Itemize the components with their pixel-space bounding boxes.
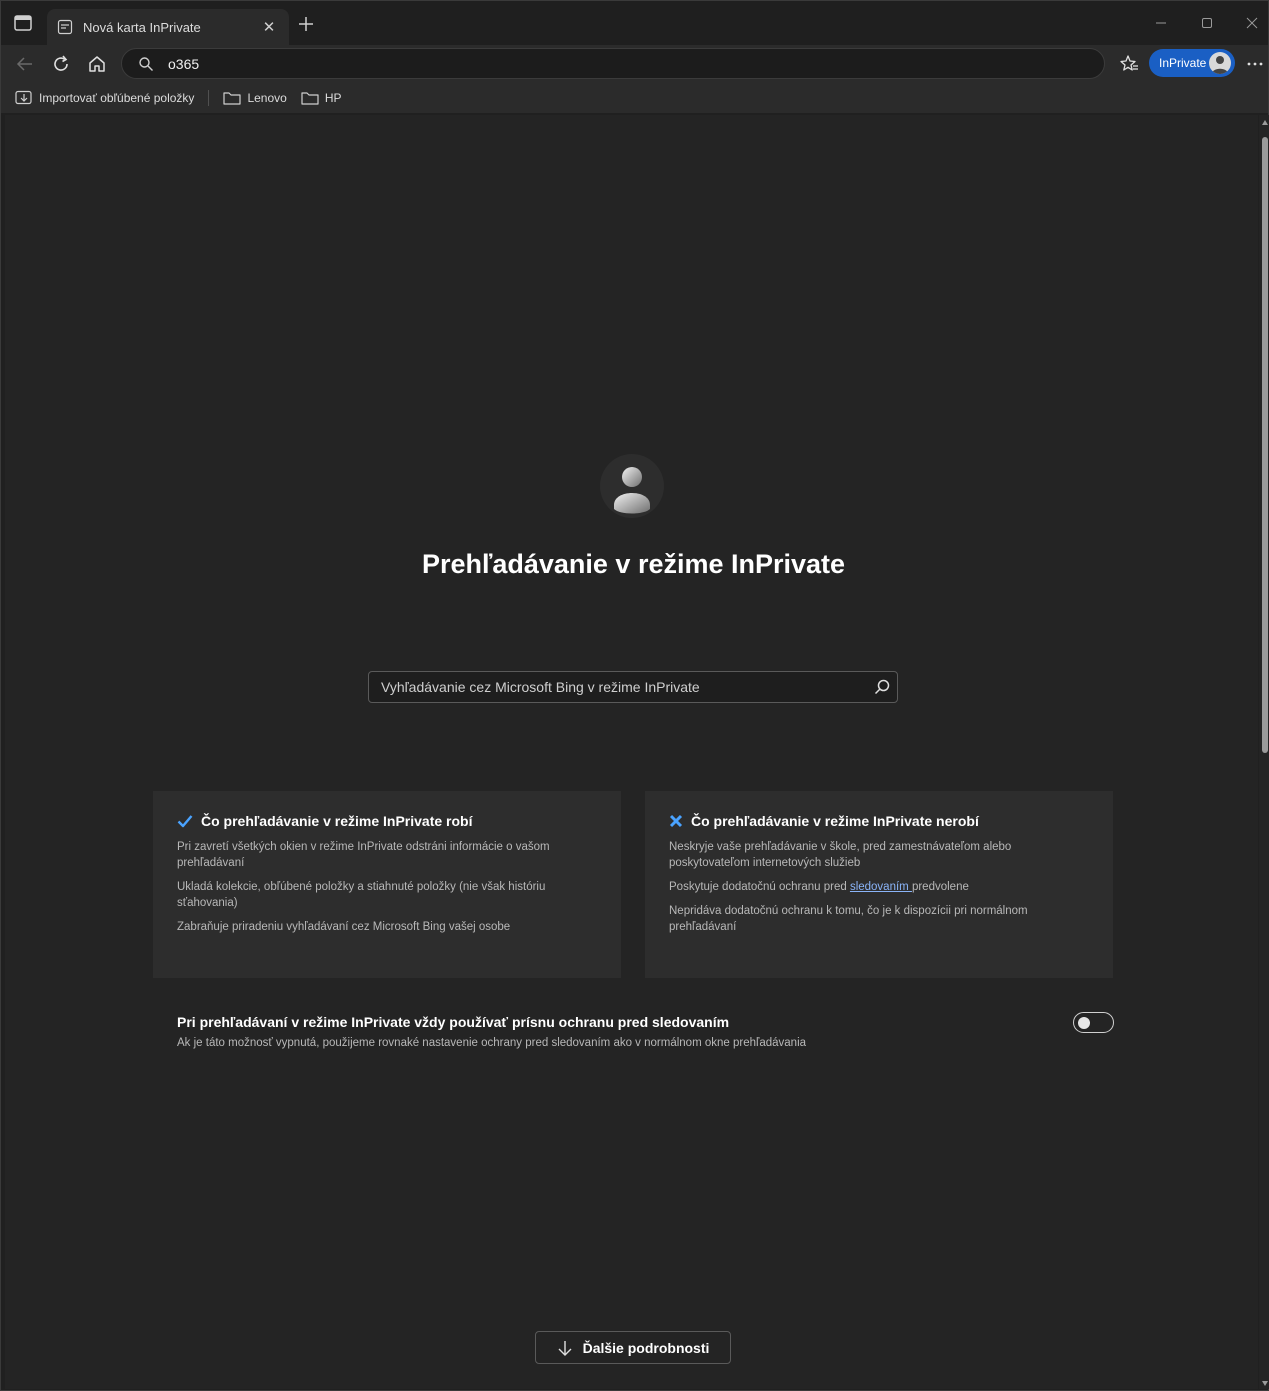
toggle-knob [1078,1016,1090,1029]
favorites-star-icon[interactable] [1119,54,1139,74]
search-icon [874,679,890,695]
minimize-icon[interactable] [1151,13,1171,33]
favorites-bar: Importovať obľúbené položky Lenovo HP [1,83,1268,113]
list-item: Poskytuje dodatočnú ochranu pred sledova… [669,879,1089,895]
title-bar: Nová karta InPrivate ✕ [1,1,1268,45]
tab-inprivate[interactable]: Nová karta InPrivate ✕ [47,9,289,45]
avatar [1209,52,1231,74]
page-title: Prehľadávanie v režime InPrivate [421,549,846,579]
back-arrow-icon[interactable] [15,54,35,74]
favorites-separator [208,90,210,106]
fav-folder-label: HP [324,91,342,105]
import-favorites-icon [15,90,32,105]
browser-window: Nová karta InPrivate ✕ o365 InPrivate Im… [0,0,1269,1391]
strict-tracking-setting-description: Ak je táto možnosť vypnutá, použijeme ro… [177,1037,807,1049]
fav-folder-label: Lenovo [247,91,287,105]
inprivate-does-not-card: Čo prehľadávanie v režime InPrivate nero… [645,791,1113,978]
list-item-text: predvolene [911,881,969,893]
fav-import-label: Importovať obľúbené položky [39,91,195,105]
page-content [5,115,1258,1389]
more-details-label: Ďalšie podrobnosti [582,1339,710,1356]
home-icon[interactable] [87,54,107,74]
fav-folder-lenovo[interactable]: Lenovo [223,91,287,105]
refresh-icon[interactable] [51,54,71,74]
search-button[interactable] [867,672,897,702]
scroll-down-icon[interactable] [1261,1379,1269,1387]
card-heading-text: Čo prehľadávanie v režime InPrivate nero… [691,813,979,829]
arrow-down-icon [558,1340,572,1356]
card-heading: Čo prehľadávanie v režime InPrivate robí [177,813,597,829]
more-options-icon[interactable] [1245,54,1265,74]
list-item: Pri zavretí všetkých okien v režime InPr… [177,841,550,869]
card-heading: Čo prehľadávanie v režime InPrivate nero… [669,813,1089,829]
inprivate-label: InPrivate [1159,56,1207,70]
cross-icon [669,814,683,828]
search-icon [139,56,153,71]
more-details-button[interactable]: Ďalšie podrobnosti [535,1331,731,1364]
search-input[interactable] [381,679,867,695]
list-item: Ukladá kolekcie, obľúbené položky a stia… [177,881,546,909]
navigation-toolbar: InPrivate [1,45,1268,83]
new-tab-icon[interactable] [296,14,316,34]
bing-search-box[interactable] [368,671,898,703]
list-item: Neskryje vaše prehľadávanie v škole, pre… [669,841,1012,869]
list-item: Nepridáva dodatočnú ochranu k tomu, čo j… [669,905,1028,933]
list-item-text: Poskytuje dodatočnú ochranu pred [669,881,850,893]
strict-tracking-setting-title: Pri prehľadávaní v režime InPrivate vždy… [177,1014,730,1030]
scroll-up-icon[interactable] [1261,119,1269,127]
close-window-icon[interactable] [1242,13,1262,33]
strict-tracking-toggle[interactable] [1073,1012,1114,1033]
address-input[interactable] [168,55,1068,72]
inprivate-tab-icon [57,19,73,35]
card-heading-text: Čo prehľadávanie v režime InPrivate robí [201,813,473,829]
maximize-icon[interactable] [1197,13,1217,33]
checkmark-icon [177,815,193,828]
fav-folder-hp[interactable]: HP [301,91,342,105]
tracking-link[interactable]: sledovaním [850,881,912,893]
folder-icon [223,92,242,105]
inprivate-profile-button[interactable]: InPrivate [1149,49,1235,77]
tab-title: Nová karta InPrivate [83,19,201,35]
inprivate-does-card: Čo prehľadávanie v režime InPrivate robí… [153,791,621,978]
tab-actions-icon[interactable] [13,14,33,32]
list-item: Zabraňuje priradeniu vyhľadávaní cez Mic… [177,921,511,933]
address-bar[interactable] [121,48,1105,79]
close-tab-icon[interactable]: ✕ [259,17,279,37]
scrollbar-thumb[interactable] [1262,137,1268,753]
fav-import[interactable]: Importovať obľúbené položky [15,90,194,106]
folder-icon [301,92,319,105]
inprivate-person-icon [600,454,664,518]
